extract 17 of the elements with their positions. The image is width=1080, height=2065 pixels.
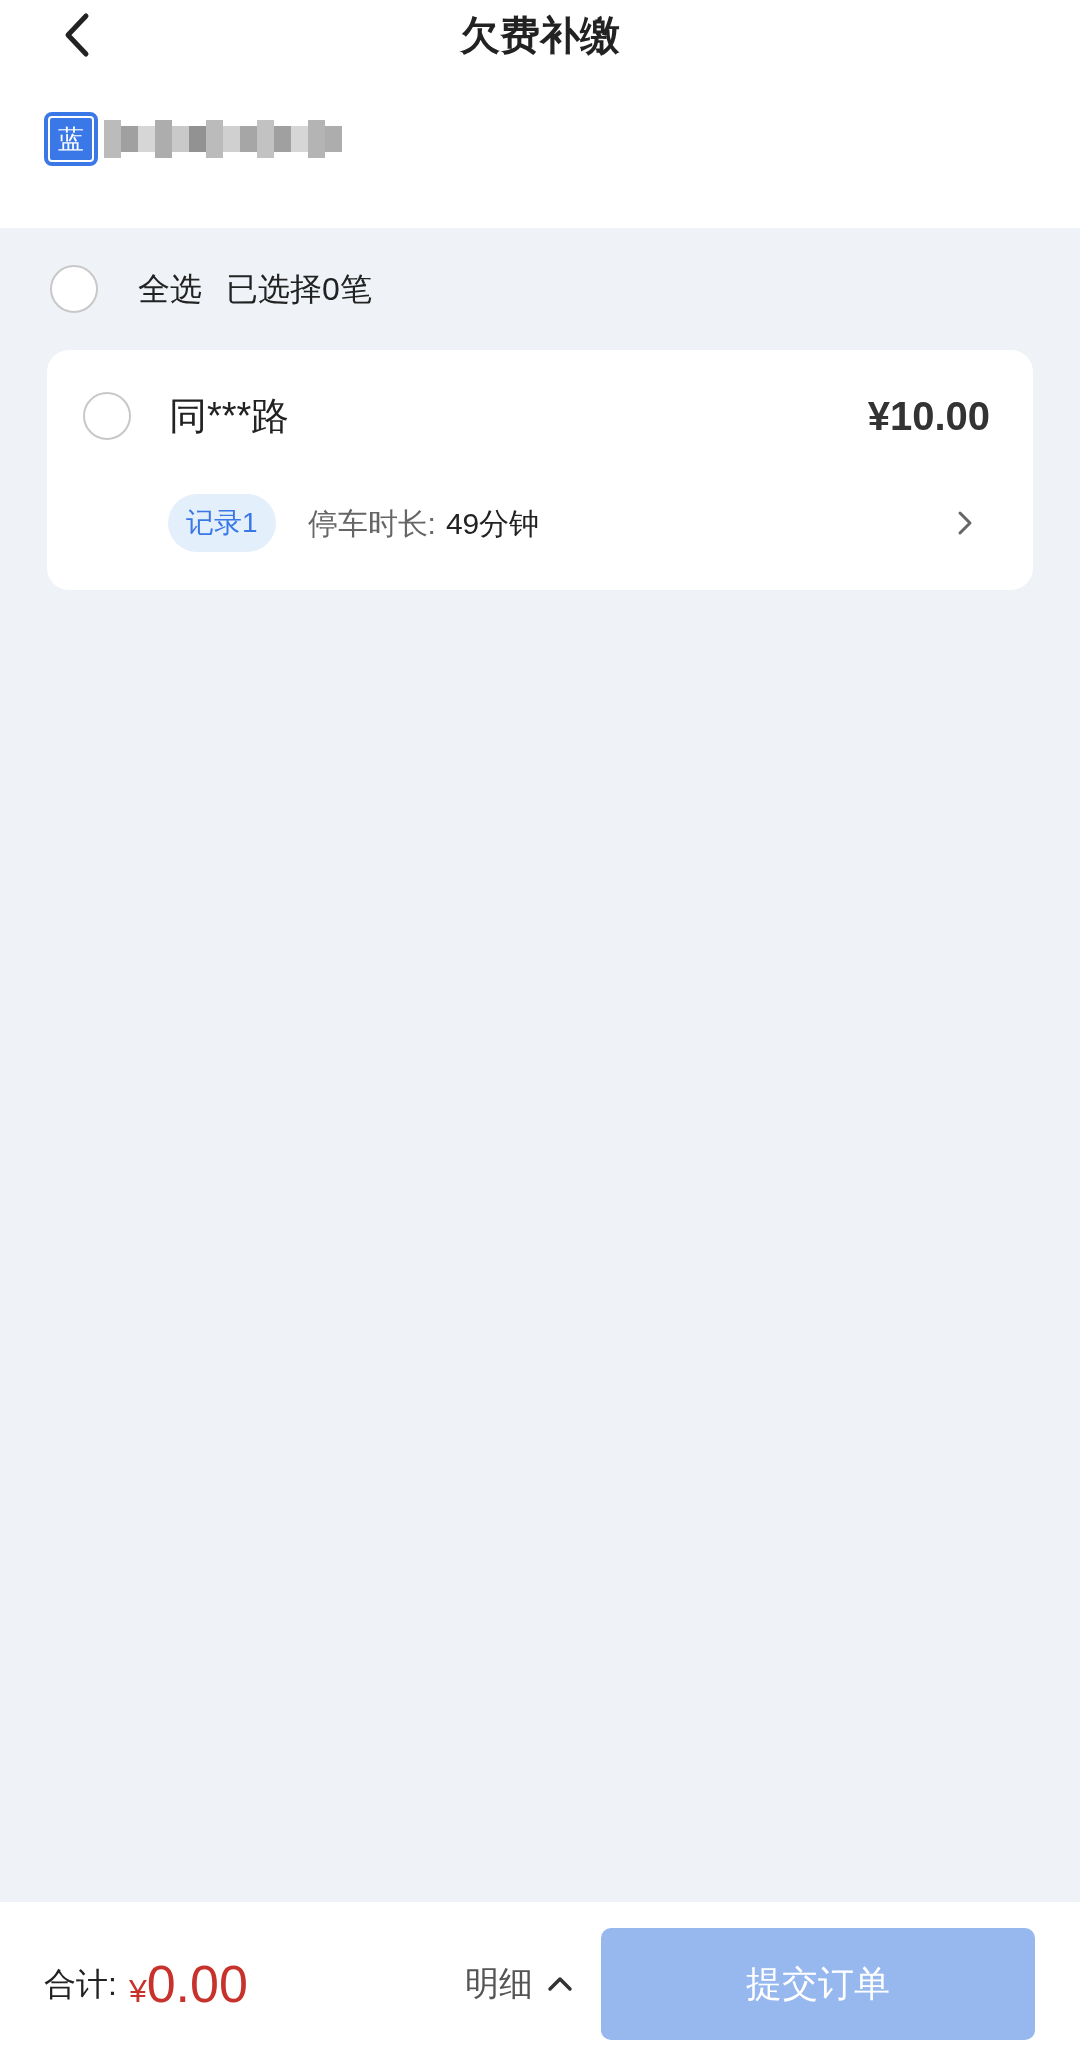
duration-value: 49分钟 [445, 505, 541, 542]
total-amount: ¥0.00 [128, 1953, 248, 2015]
caret-up-icon [547, 1975, 573, 1992]
radio-button[interactable] [50, 265, 98, 313]
total-label: 合计: [44, 1964, 117, 2004]
page-title: 欠费补缴 [460, 12, 620, 59]
radio-button[interactable] [83, 392, 131, 440]
duration-label: 停车时长: [307, 505, 436, 542]
record-card[interactable]: 同***路 ¥10.00 记录1 停车时长: 49分钟 [47, 350, 1033, 590]
select-all-label: 全选 [138, 270, 202, 309]
amount: ¥10.00 [867, 393, 991, 440]
detail-toggle[interactable]: 明细 [465, 1958, 573, 2009]
chevron-right-icon[interactable] [957, 510, 973, 536]
selected-count: 已选择0笔 [226, 270, 372, 309]
road-name: 同***路 [169, 393, 291, 439]
plate-color-badge: 蓝 [44, 112, 98, 166]
record-tag: 记录1 [168, 494, 276, 552]
